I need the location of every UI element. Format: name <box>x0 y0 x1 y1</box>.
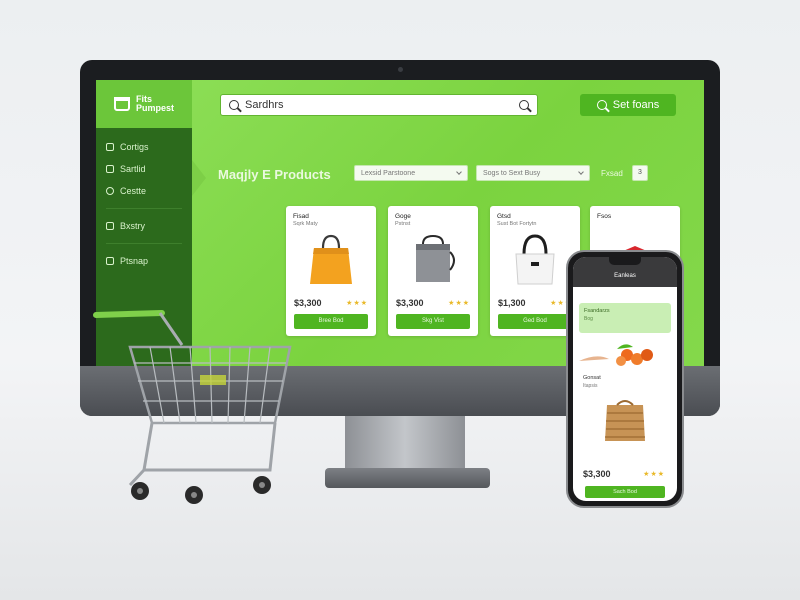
buy-button[interactable]: Ged Bod <box>498 314 572 329</box>
search-input[interactable] <box>245 99 513 111</box>
orange-tote-bag-image <box>310 234 352 284</box>
webcam-dot <box>398 67 403 72</box>
grey-cooler-bag-image <box>416 234 455 282</box>
brand-name-line2: Pumpest <box>136 103 175 113</box>
phone-buy-button[interactable]: Sach Bod <box>585 486 665 498</box>
grid-icon <box>106 165 114 173</box>
sidebar-item-label: Sartlid <box>120 164 146 174</box>
product-name: Fisad <box>293 213 309 220</box>
product-name: Fsos <box>597 213 612 220</box>
product-price: $1,300 <box>498 298 526 308</box>
search-icon <box>596 100 607 110</box>
product-price: $3,300 <box>396 298 424 308</box>
phone-screen: Eanleas Fsandarzs Bog Gonsat Itapsis $3,… <box>573 257 677 501</box>
sidebar-collapse-arrow[interactable] <box>192 160 206 196</box>
monitor-stand-base <box>325 468 490 488</box>
phone-header-title: Eanleas <box>614 273 636 279</box>
rating-stars: ★★★ <box>643 471 665 478</box>
phone-item-subtitle: Itapsis <box>583 383 598 389</box>
set-foans-button[interactable]: Set foans <box>580 94 676 116</box>
phone-item-name: Gonsat <box>583 375 601 381</box>
sidebar-divider <box>106 208 182 209</box>
filter-dropdown-2-value: Sogs to Sext Busy <box>483 169 541 177</box>
search-icon <box>229 100 239 110</box>
product-subtitle: Pstnst <box>395 221 411 227</box>
chevron-down-icon <box>456 169 462 175</box>
product-subtitle: Sqrk Maty <box>293 221 318 227</box>
buy-button[interactable]: Skg Vist <box>396 314 470 329</box>
filter-label: Fxsad <box>601 169 623 178</box>
wicker-basket-image <box>605 400 645 441</box>
monitor-stand <box>345 416 465 470</box>
sidebar-item-label: Cortigs <box>120 142 149 152</box>
sidebar-item-label: Ptsnap <box>120 256 149 266</box>
rating-stars: ★★★ <box>346 300 368 307</box>
phone-notch <box>609 257 641 265</box>
filter-dropdown-2[interactable]: Sogs to Sext Busy <box>476 165 590 181</box>
sidebar-divider <box>106 243 182 244</box>
mobile-phone: Eanleas Fsandarzs Bog Gonsat Itapsis $3,… <box>566 250 684 508</box>
page-title: Maqjly E Products <box>218 167 331 182</box>
box-icon <box>106 222 114 230</box>
product-card[interactable]: Goge Pstnst $3,300 ★★★ Skg Vist <box>388 206 478 336</box>
search-bar[interactable] <box>220 94 538 116</box>
sidebar-item-cestte[interactable]: Cestte <box>96 180 192 202</box>
phone-panel-subtitle: Bog <box>584 316 593 322</box>
set-foans-label: Set foans <box>612 99 660 111</box>
image-icon <box>106 257 114 265</box>
sidebar-item-sartlid[interactable]: Sartlid <box>96 158 192 180</box>
page-number-box[interactable]: 3 <box>632 165 648 181</box>
white-handbag-image <box>515 234 555 285</box>
produce-in-hand-image <box>579 344 653 366</box>
sidebar-item-ptsnap[interactable]: Ptsnap <box>96 250 192 272</box>
brand-name: Fits Pumpest <box>136 95 174 113</box>
phone-panel-title: Fsandarzs <box>584 308 610 314</box>
sidebar-item-cortigs[interactable]: Cortigs <box>96 136 192 158</box>
phone-item-price: $3,300 <box>583 469 611 479</box>
store-logo-icon <box>114 97 130 111</box>
rating-stars: ★★★ <box>448 300 470 307</box>
sidebar-item-label: Cestte <box>120 186 147 196</box>
sidebar-item-bxstry[interactable]: Bxstry <box>96 215 192 237</box>
buy-button[interactable]: Bree Bod <box>294 314 368 329</box>
product-name: Goge <box>395 213 411 220</box>
sidebar-item-label: Bxstry <box>120 221 146 231</box>
product-name: Gtsd <box>497 213 511 220</box>
shopping-cart-icon <box>93 310 292 504</box>
product-subtitle: Sust Bot Fortytn <box>497 221 537 227</box>
circle-icon <box>106 187 114 195</box>
phone-header: Eanleas <box>573 257 677 287</box>
tag-icon <box>106 143 114 151</box>
filter-dropdown-1-value: Lexsid Parstoone <box>361 169 416 177</box>
phone-promo-panel[interactable]: Fsandarzs Bog <box>579 303 671 333</box>
chevron-down-icon <box>578 169 584 175</box>
brand-logo-area[interactable]: Fits Pumpest <box>96 80 192 128</box>
search-submit-icon[interactable] <box>519 100 529 110</box>
filter-dropdown-1[interactable]: Lexsid Parstoone <box>354 165 468 181</box>
